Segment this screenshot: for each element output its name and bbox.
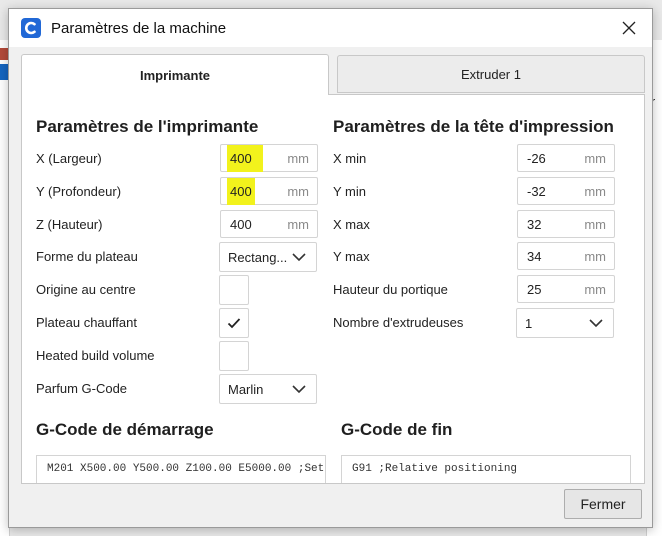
extruder-count-row: Nombre d'extrudeuses 1: [333, 308, 633, 338]
x-width-row: X (Largeur) 400 mm: [36, 144, 336, 174]
origin-center-row: Origine au centre: [36, 275, 336, 305]
chevron-down-icon: [292, 385, 306, 394]
y-min-unit: mm: [584, 184, 606, 199]
x-width-label: X (Largeur): [36, 151, 102, 166]
y-min-value: -32: [527, 184, 546, 199]
start-gcode-editor[interactable]: M201 X500.00 Y500.00 Z100.00 E5000.00 ;S…: [36, 455, 326, 483]
y-depth-unit: mm: [287, 184, 309, 199]
background-marker: [0, 48, 8, 60]
origin-center-checkbox[interactable]: [219, 275, 249, 305]
y-max-row: Y max 34 mm: [333, 242, 633, 272]
x-width-value: 400: [227, 145, 255, 172]
y-max-input[interactable]: 34 mm: [517, 242, 615, 270]
close-icon[interactable]: [612, 13, 646, 43]
title-bar: Paramètres de la machine: [9, 9, 652, 47]
origin-center-label: Origine au centre: [36, 282, 136, 297]
gcode-flavor-value: Marlin: [228, 382, 264, 397]
x-max-row: X max 32 mm: [333, 210, 633, 240]
end-gcode-text: G91 ;Relative positioning: [352, 463, 518, 475]
x-min-input[interactable]: -26 mm: [517, 144, 615, 172]
settings-panel: Paramètres de l'imprimante X (Largeur) 4…: [21, 94, 645, 484]
gantry-height-input[interactable]: 25 mm: [517, 275, 615, 303]
window-title: Paramètres de la machine: [51, 19, 227, 37]
y-max-value: 34: [527, 249, 542, 264]
heated-volume-label: Heated build volume: [36, 348, 155, 363]
z-height-unit: mm: [287, 217, 309, 232]
heated-bed-label: Plateau chauffant: [36, 315, 137, 330]
x-max-label: X max: [333, 217, 370, 232]
tab-extruder-1[interactable]: Extruder 1: [337, 55, 645, 93]
end-gcode-editor[interactable]: G91 ;Relative positioning: [341, 455, 631, 483]
y-depth-value: 400: [227, 178, 255, 205]
close-button[interactable]: Fermer: [564, 489, 642, 519]
start-gcode-text: M201 X500.00 Y500.00 Z100.00 E5000.00 ;S…: [47, 463, 326, 475]
x-max-value: 32: [527, 217, 542, 232]
gantry-height-label: Hauteur du portique: [333, 282, 448, 297]
extruder-count-dropdown[interactable]: 1: [516, 308, 614, 338]
printhead-settings-title: Paramètres de la tête d'impression: [333, 117, 614, 136]
y-min-input[interactable]: -32 mm: [517, 177, 615, 205]
x-max-input[interactable]: 32 mm: [517, 210, 615, 238]
tab-printer[interactable]: Imprimante: [21, 54, 329, 95]
heated-volume-checkbox[interactable]: [219, 341, 249, 371]
printer-settings-title: Paramètres de l'imprimante: [36, 117, 259, 136]
heated-volume-row: Heated build volume: [36, 341, 336, 371]
heated-bed-row: Plateau chauffant: [36, 308, 336, 338]
plate-shape-dropdown[interactable]: Rectang...: [219, 242, 317, 272]
x-min-value: -26: [527, 151, 546, 166]
extruder-count-value: 1: [525, 316, 533, 331]
x-width-input[interactable]: 400 mm: [220, 144, 318, 172]
checkmark-icon: [227, 318, 241, 329]
extruder-count-label: Nombre d'extrudeuses: [333, 315, 464, 330]
app-logo-icon: [21, 18, 41, 38]
x-min-label: X min: [333, 151, 367, 166]
y-depth-input[interactable]: 400 mm: [220, 177, 318, 205]
end-gcode-title: G-Code de fin: [341, 420, 453, 439]
tab-bar: Imprimante Extruder 1: [21, 54, 645, 95]
start-gcode-title: G-Code de démarrage: [36, 420, 214, 439]
gantry-height-row: Hauteur du portique 25 mm: [333, 275, 633, 305]
gcode-flavor-dropdown[interactable]: Marlin: [219, 374, 317, 404]
plate-shape-label: Forme du plateau: [36, 249, 138, 264]
y-depth-row: Y (Profondeur) 400 mm: [36, 177, 336, 207]
y-min-label: Y min: [333, 184, 366, 199]
machine-settings-dialog: Paramètres de la machine Imprimante Extr…: [8, 8, 653, 528]
y-min-row: Y min -32 mm: [333, 177, 633, 207]
y-max-label: Y max: [333, 249, 370, 264]
z-height-input[interactable]: 400 mm: [220, 210, 318, 238]
plate-shape-row: Forme du plateau Rectang...: [36, 242, 336, 272]
z-height-label: Z (Hauteur): [36, 217, 103, 232]
gantry-height-unit: mm: [584, 282, 606, 297]
chevron-down-icon: [589, 319, 603, 328]
background-marker: [0, 64, 8, 80]
chevron-down-icon: [292, 253, 306, 262]
z-height-value: 400: [230, 217, 252, 232]
y-depth-label: Y (Profondeur): [36, 184, 122, 199]
heated-bed-checkbox[interactable]: [219, 308, 249, 338]
plate-shape-value: Rectang...: [228, 250, 288, 265]
gcode-flavor-label: Parfum G-Code: [36, 381, 128, 396]
x-min-unit: mm: [584, 151, 606, 166]
z-height-row: Z (Hauteur) 400 mm: [36, 210, 336, 240]
x-min-row: X min -26 mm: [333, 144, 633, 174]
x-width-unit: mm: [287, 151, 309, 166]
x-max-unit: mm: [584, 217, 606, 232]
y-max-unit: mm: [584, 249, 606, 264]
gcode-flavor-row: Parfum G-Code Marlin: [36, 374, 336, 404]
gantry-height-value: 25: [527, 282, 542, 297]
